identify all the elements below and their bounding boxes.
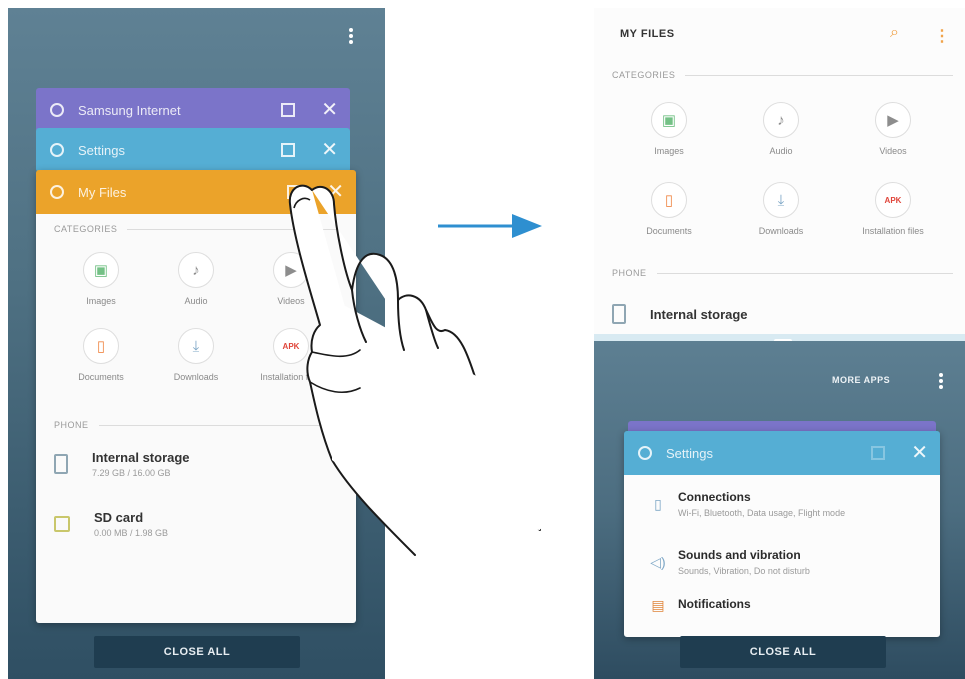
category-label: Audio bbox=[184, 296, 208, 306]
category-label: Videos bbox=[879, 146, 907, 156]
notifications-icon: ▤ bbox=[651, 597, 665, 613]
category-label: Downloads bbox=[173, 372, 219, 382]
card-title: Samsung Internet bbox=[78, 102, 181, 118]
category-label: Documents bbox=[78, 372, 124, 382]
internal-storage-row[interactable]: Internal storage bbox=[612, 296, 953, 332]
storage-title: SD card bbox=[94, 510, 144, 525]
speaker-icon: ◁) bbox=[650, 553, 666, 570]
more-apps-button[interactable]: MORE APPS bbox=[832, 375, 890, 385]
categories-heading: CATEGORIES bbox=[612, 70, 953, 80]
music-note-icon: ♪ bbox=[763, 102, 799, 138]
card-title: My Files bbox=[78, 184, 127, 200]
split-screen-view: MY FILES ⌕ ⋮ CATEGORIES ▣ Images ♪ Audio… bbox=[594, 8, 965, 679]
close-all-button[interactable]: CLOSE ALL bbox=[680, 636, 886, 668]
phone-heading: PHONE bbox=[612, 268, 953, 278]
my-files-app-icon bbox=[50, 185, 64, 199]
split-screen-icon[interactable] bbox=[281, 143, 296, 157]
internet-app-icon bbox=[50, 103, 64, 117]
category-label: Images bbox=[654, 146, 684, 156]
search-icon[interactable]: ⌕ bbox=[890, 24, 899, 42]
card-title: Settings bbox=[78, 142, 125, 158]
my-files-window[interactable]: MY FILES ⌕ ⋮ CATEGORIES ▣ Images ♪ Audio… bbox=[594, 8, 965, 341]
storage-usage: 0.00 MB / 1.98 GB bbox=[94, 528, 169, 538]
close-icon[interactable]: ✕ bbox=[911, 443, 928, 463]
storage-title: Internal storage bbox=[92, 450, 190, 465]
settings-row-notifications[interactable]: ▤ Notifications bbox=[624, 587, 940, 637]
close-icon[interactable]: ✕ bbox=[321, 100, 338, 120]
category-images[interactable]: ▣ Images bbox=[624, 102, 714, 156]
sd-card-icon bbox=[54, 516, 70, 532]
recent-apps-pane: MORE APPS Settings ✕ ▯ Connections Wi-Fi… bbox=[594, 341, 965, 679]
category-label: Downloads bbox=[758, 226, 804, 236]
category-downloads[interactable]: ⤓ Downloads bbox=[736, 182, 826, 236]
settings-app-icon bbox=[638, 446, 652, 460]
category-audio[interactable]: ♪ Audio bbox=[151, 252, 241, 306]
settings-row-connections[interactable]: ▯ Connections Wi-Fi, Bluetooth, Data usa… bbox=[624, 475, 940, 533]
close-all-button[interactable]: CLOSE ALL bbox=[94, 636, 300, 668]
connections-icon: ▯ bbox=[654, 495, 662, 512]
storage-usage: 7.29 GB / 16.00 GB bbox=[92, 468, 171, 478]
close-icon[interactable]: ✕ bbox=[321, 140, 338, 160]
category-label: Installation files bbox=[862, 226, 924, 236]
apk-icon: APK bbox=[875, 182, 911, 218]
row-title: Sounds and vibration bbox=[678, 548, 801, 562]
phone-storage-icon bbox=[54, 454, 68, 474]
category-label: Documents bbox=[646, 226, 692, 236]
split-screen-icon[interactable] bbox=[871, 446, 886, 460]
category-label: Images bbox=[86, 296, 116, 306]
card-title: Settings bbox=[666, 445, 713, 461]
category-installation-files[interactable]: APK Installation files bbox=[848, 182, 938, 236]
row-subtitle: Sounds, Vibration, Do not disturb bbox=[678, 566, 810, 576]
document-icon: ▯ bbox=[83, 328, 119, 364]
more-options-icon[interactable] bbox=[934, 371, 948, 393]
app-title: MY FILES bbox=[620, 28, 675, 40]
category-images[interactable]: ▣ Images bbox=[56, 252, 146, 306]
category-videos[interactable]: ▶ Videos bbox=[848, 102, 938, 156]
arrow-right-icon bbox=[438, 214, 542, 238]
settings-list: ▯ Connections Wi-Fi, Bluetooth, Data usa… bbox=[624, 475, 940, 637]
category-documents[interactable]: ▯ Documents bbox=[624, 182, 714, 236]
settings-row-sounds[interactable]: ◁) Sounds and vibration Sounds, Vibratio… bbox=[624, 533, 940, 591]
split-screen-icon[interactable] bbox=[281, 103, 296, 117]
more-options-icon[interactable] bbox=[344, 26, 358, 48]
card-header: Samsung Internet ✕ bbox=[36, 88, 350, 132]
image-icon: ▣ bbox=[83, 252, 119, 288]
category-downloads[interactable]: ⤓ Downloads bbox=[151, 328, 241, 382]
settings-app-icon bbox=[50, 143, 64, 157]
download-icon: ⤓ bbox=[763, 182, 799, 218]
more-options-icon[interactable]: ⋮ bbox=[934, 26, 950, 46]
document-icon: ▯ bbox=[651, 182, 687, 218]
category-label: Audio bbox=[769, 146, 793, 156]
samsung-internet-card[interactable]: Samsung Internet ✕ bbox=[36, 88, 350, 132]
storage-title: Internal storage bbox=[650, 306, 748, 322]
settings-card[interactable]: Settings ✕ ▯ Connections Wi-Fi, Bluetoot… bbox=[624, 431, 940, 637]
download-icon: ⤓ bbox=[178, 328, 214, 364]
category-audio[interactable]: ♪ Audio bbox=[736, 102, 826, 156]
image-icon: ▣ bbox=[651, 102, 687, 138]
phone-storage-icon bbox=[612, 304, 626, 324]
music-note-icon: ♪ bbox=[178, 252, 214, 288]
row-title: Connections bbox=[678, 490, 751, 504]
card-header: Settings ✕ bbox=[624, 431, 940, 475]
row-subtitle: Wi-Fi, Bluetooth, Data usage, Flight mod… bbox=[678, 508, 846, 518]
video-icon: ▶ bbox=[875, 102, 911, 138]
category-documents[interactable]: ▯ Documents bbox=[56, 328, 146, 382]
row-title: Notifications bbox=[678, 597, 751, 611]
